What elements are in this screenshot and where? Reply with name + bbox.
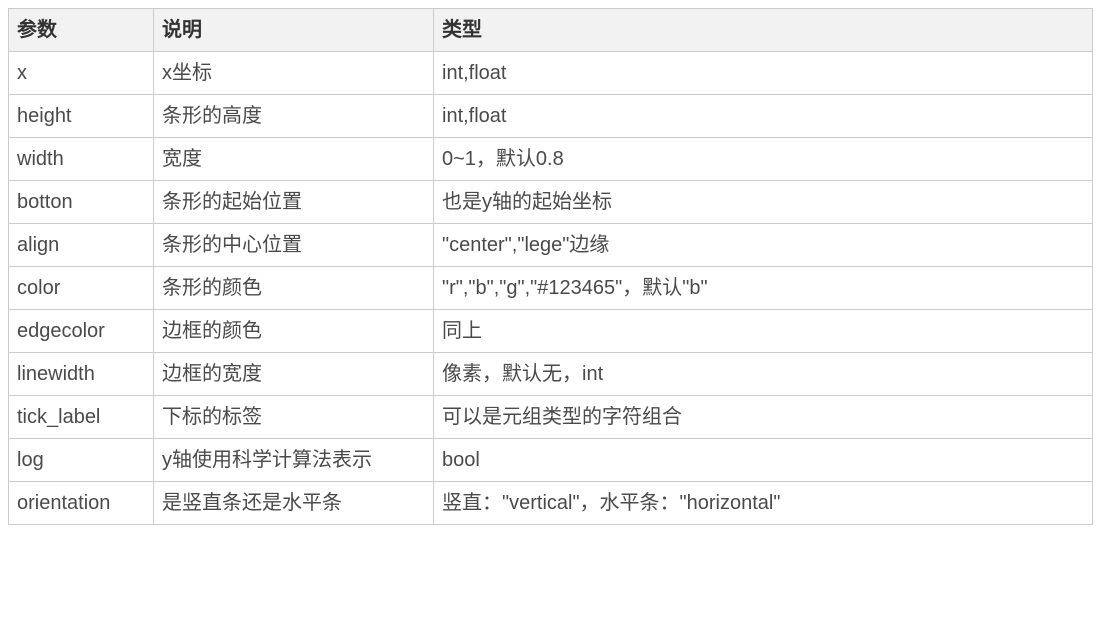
- cell-type: 同上: [434, 310, 1093, 353]
- cell-type: 像素，默认无，int: [434, 353, 1093, 396]
- table-row: align 条形的中心位置 "center","lege"边缘: [9, 224, 1093, 267]
- table-row: botton 条形的起始位置 也是y轴的起始坐标: [9, 181, 1093, 224]
- cell-param: log: [9, 439, 154, 482]
- cell-param: edgecolor: [9, 310, 154, 353]
- cell-desc: 下标的标签: [154, 396, 434, 439]
- cell-type: "center","lege"边缘: [434, 224, 1093, 267]
- cell-desc: 条形的起始位置: [154, 181, 434, 224]
- cell-type: 也是y轴的起始坐标: [434, 181, 1093, 224]
- cell-param: color: [9, 267, 154, 310]
- cell-param: linewidth: [9, 353, 154, 396]
- cell-desc: 条形的中心位置: [154, 224, 434, 267]
- cell-desc: y轴使用科学计算法表示: [154, 439, 434, 482]
- cell-param: orientation: [9, 482, 154, 525]
- cell-desc: x坐标: [154, 52, 434, 95]
- parameter-table: 参数 说明 类型 x x坐标 int,float height 条形的高度 in…: [8, 8, 1093, 525]
- cell-desc: 边框的宽度: [154, 353, 434, 396]
- header-type: 类型: [434, 9, 1093, 52]
- cell-param: tick_label: [9, 396, 154, 439]
- cell-desc: 条形的高度: [154, 95, 434, 138]
- table-row: tick_label 下标的标签 可以是元组类型的字符组合: [9, 396, 1093, 439]
- table-row: log y轴使用科学计算法表示 bool: [9, 439, 1093, 482]
- table-row: height 条形的高度 int,float: [9, 95, 1093, 138]
- cell-desc: 条形的颜色: [154, 267, 434, 310]
- cell-desc: 是竖直条还是水平条: [154, 482, 434, 525]
- cell-param: x: [9, 52, 154, 95]
- header-param: 参数: [9, 9, 154, 52]
- table-row: linewidth 边框的宽度 像素，默认无，int: [9, 353, 1093, 396]
- cell-type: int,float: [434, 95, 1093, 138]
- table-header-row: 参数 说明 类型: [9, 9, 1093, 52]
- table-row: x x坐标 int,float: [9, 52, 1093, 95]
- cell-param: align: [9, 224, 154, 267]
- cell-type: 竖直："vertical"，水平条："horizontal": [434, 482, 1093, 525]
- cell-type: 0~1，默认0.8: [434, 138, 1093, 181]
- cell-param: width: [9, 138, 154, 181]
- cell-type: "r","b","g","#123465"，默认"b": [434, 267, 1093, 310]
- cell-desc: 宽度: [154, 138, 434, 181]
- table-row: width 宽度 0~1，默认0.8: [9, 138, 1093, 181]
- cell-type: 可以是元组类型的字符组合: [434, 396, 1093, 439]
- table-row: color 条形的颜色 "r","b","g","#123465"，默认"b": [9, 267, 1093, 310]
- table-row: edgecolor 边框的颜色 同上: [9, 310, 1093, 353]
- cell-desc: 边框的颜色: [154, 310, 434, 353]
- cell-type: bool: [434, 439, 1093, 482]
- cell-param: height: [9, 95, 154, 138]
- cell-param: botton: [9, 181, 154, 224]
- table-row: orientation 是竖直条还是水平条 竖直："vertical"，水平条：…: [9, 482, 1093, 525]
- header-desc: 说明: [154, 9, 434, 52]
- cell-type: int,float: [434, 52, 1093, 95]
